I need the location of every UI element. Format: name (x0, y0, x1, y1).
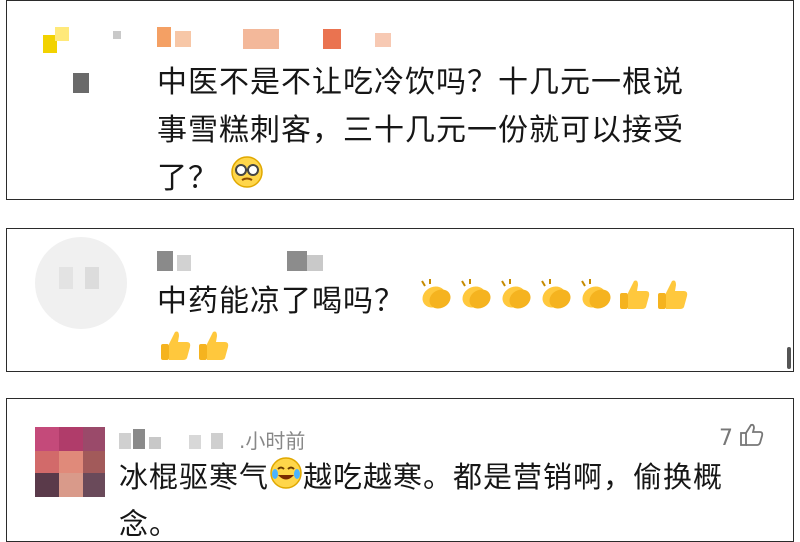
comment-line: 念。 (119, 507, 180, 541)
clapping-hands-icon (496, 277, 536, 328)
laughing-crying-emoji-icon (269, 456, 303, 502)
comment-text: 中药能凉了喝吗？ (157, 277, 787, 371)
avatar[interactable] (35, 427, 105, 497)
comment-card: 中医不是不让吃冷饮吗？十几元一根说 事雪糕刺客，三十几元一份就可以接受 了？ (6, 0, 794, 200)
comment-text: 冰棍驱寒气 越吃越寒。都是营销啊，偷换概 念。 (119, 455, 769, 541)
comment-text: 中医不是不让吃冷饮吗？十几元一根说 事雪糕刺客，三十几元一份就可以接受 了？ (157, 59, 787, 199)
comment-card: 中药能凉了喝吗？ (6, 228, 794, 372)
comment-line: 了？ (157, 155, 787, 199)
thumbs-up-icon (616, 277, 654, 328)
clapping-hands-icon (536, 277, 576, 328)
thumbs-up-icon (195, 328, 233, 371)
thumbs-up-icon (654, 277, 692, 328)
avatar[interactable] (35, 15, 125, 105)
avatar[interactable] (35, 237, 127, 329)
comment-line: 中医不是不让吃冷饮吗？十几元一根说 (157, 65, 684, 100)
timestamp: .小时前 (239, 429, 306, 453)
clapping-hands-icon (576, 277, 616, 328)
comment-line: 中药能凉了喝吗？ (157, 277, 787, 328)
comment-line: 冰棍驱寒气 越吃越寒。都是营销啊，偷换概 (119, 455, 769, 502)
username[interactable] (157, 27, 397, 49)
scrollbar[interactable] (787, 347, 791, 369)
comment-card: .小时前 7 冰棍驱寒气 越吃越寒。都是营销啊，偷换概 念。 (6, 398, 794, 542)
like-count: 7 (719, 425, 733, 451)
username[interactable] (119, 429, 239, 449)
like-button[interactable]: 7 (719, 423, 765, 453)
comment-line: 事雪糕刺客，三十几元一份就可以接受 (157, 113, 684, 148)
clapping-hands-icon (456, 277, 496, 328)
clapping-hands-icon (416, 277, 456, 328)
speechless-glasses-emoji-icon (230, 155, 264, 199)
comment-line (157, 328, 787, 371)
username[interactable] (157, 251, 357, 273)
thumbs-up-outline-icon (739, 423, 765, 453)
thumbs-up-icon (157, 328, 195, 371)
